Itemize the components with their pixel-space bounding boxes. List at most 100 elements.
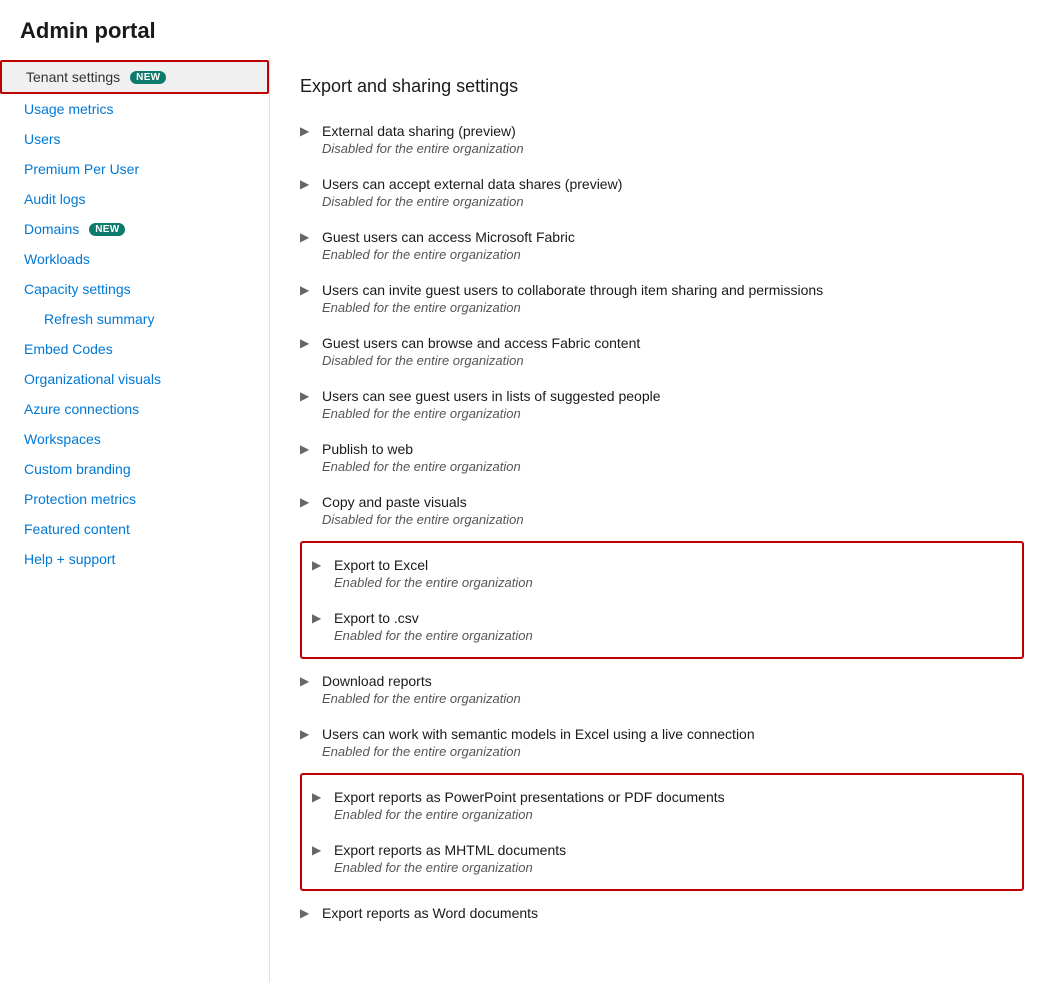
setting-item-external-data-sharing: ▶External data sharing (preview)Disabled… — [300, 113, 1024, 166]
sidebar-item-workspaces[interactable]: Workspaces — [0, 424, 269, 454]
chevron-right-icon: ▶ — [300, 674, 314, 688]
sidebar-item-workloads[interactable]: Workloads — [0, 244, 269, 274]
setting-header-semantic-models-excel[interactable]: ▶ Users can work with semantic models in … — [300, 726, 1024, 742]
badge-new-tenant-settings: New — [130, 71, 166, 84]
setting-status-accept-external-data-shares: Disabled for the entire organization — [322, 194, 1024, 209]
chevron-right-icon: ▶ — [312, 843, 326, 857]
sidebar-item-help-support[interactable]: Help + support — [0, 544, 269, 574]
chevron-right-icon: ▶ — [300, 906, 314, 920]
setting-header-export-mhtml[interactable]: ▶ Export reports as MHTML documents — [312, 842, 1012, 858]
setting-item-semantic-models-excel: ▶ Users can work with semantic models in … — [300, 716, 1024, 769]
sidebar-item-label-help-support: Help + support — [24, 551, 115, 567]
sidebar-item-label-usage-metrics: Usage metrics — [24, 101, 113, 117]
setting-header-download-reports[interactable]: ▶Download reports — [300, 673, 1024, 689]
chevron-right-icon: ▶ — [300, 230, 314, 244]
setting-status-copy-paste-visuals: Disabled for the entire organization — [322, 512, 1024, 527]
setting-name-guest-users-suggested: Users can see guest users in lists of su… — [322, 388, 661, 404]
setting-header-export-word[interactable]: ▶ Export reports as Word documents — [300, 905, 1024, 921]
sidebar-item-label-azure-connections: Azure connections — [24, 401, 139, 417]
chevron-right-icon: ▶ — [300, 727, 314, 741]
setting-header-guest-access-fabric[interactable]: ▶ Guest users can access Microsoft Fabric — [300, 229, 1024, 245]
setting-name-invite-guest-users: Users can invite guest users to collabor… — [322, 282, 823, 298]
setting-name-export-to-csv: Export to .csv — [334, 610, 419, 626]
setting-item-export-to-csv: ▶Export to .csv Enabled for the entire or… — [302, 600, 1022, 653]
setting-item-guest-access-fabric: ▶ Guest users can access Microsoft Fabric… — [300, 219, 1024, 272]
setting-status-guest-users-suggested: Enabled for the entire organization — [322, 406, 1024, 421]
sidebar-item-label-premium-per-user: Premium Per User — [24, 161, 139, 177]
sidebar-item-label-users: Users — [24, 131, 61, 147]
setting-header-publish-to-web[interactable]: ▶ Publish to web — [300, 441, 1024, 457]
setting-item-invite-guest-users: ▶ Users can invite guest users to collabo… — [300, 272, 1024, 325]
setting-status-export-powerpoint-pdf: Enabled for the entire organization — [334, 807, 1012, 822]
setting-item-export-to-excel: ▶Export to ExcelEnabled for the entire o… — [302, 547, 1022, 600]
setting-name-semantic-models-excel: Users can work with semantic models in E… — [322, 726, 755, 742]
sidebar-item-label-featured-content: Featured content — [24, 521, 130, 537]
setting-header-export-to-excel[interactable]: ▶Export to Excel — [312, 557, 1012, 573]
chevron-right-icon: ▶ — [300, 336, 314, 350]
main-content: Export and sharing settings ▶External da… — [270, 56, 1054, 982]
sidebar-item-users[interactable]: Users — [0, 124, 269, 154]
sidebar-item-label-domains: Domains — [24, 221, 79, 237]
setting-name-export-to-excel: Export to Excel — [334, 557, 428, 573]
setting-name-external-data-sharing: External data sharing (preview) — [322, 123, 516, 139]
highlighted-group-group1: ▶Export to Excel Enabled for the entire o… — [300, 541, 1024, 659]
sidebar-item-usage-metrics[interactable]: Usage metrics — [0, 94, 269, 124]
setting-name-publish-to-web: Publish to web — [322, 441, 413, 457]
sidebar-item-label-custom-branding: Custom branding — [24, 461, 131, 477]
sidebar-item-label-refresh-summary: Refresh summary — [44, 311, 154, 327]
sidebar-item-featured-content[interactable]: Featured content — [0, 514, 269, 544]
sidebar-item-domains[interactable]: Domains New — [0, 214, 269, 244]
setting-header-export-powerpoint-pdf[interactable]: ▶Export reports as PowerPoint presentati… — [312, 789, 1012, 805]
sidebar: Tenant settings New Usage metrics Users Prem… — [0, 56, 270, 982]
sidebar-item-refresh-summary[interactable]: Refresh summary — [0, 304, 269, 334]
setting-item-download-reports: ▶Download reportsEnabled for the entire … — [300, 663, 1024, 716]
sidebar-item-label-workspaces: Workspaces — [24, 431, 101, 447]
sidebar-item-protection-metrics[interactable]: Protection metrics — [0, 484, 269, 514]
setting-header-guest-browse-fabric[interactable]: ▶ Guest users can browse and access Fabri… — [300, 335, 1024, 351]
sidebar-item-azure-connections[interactable]: Azure connections — [0, 394, 269, 424]
chevron-right-icon: ▶ — [300, 442, 314, 456]
chevron-right-icon: ▶ — [300, 495, 314, 509]
chevron-right-icon: ▶ — [300, 283, 314, 297]
sidebar-item-custom-branding[interactable]: Custom branding — [0, 454, 269, 484]
sidebar-item-label-tenant-settings: Tenant settings — [26, 69, 120, 85]
sidebar-item-premium-per-user[interactable]: Premium Per User — [0, 154, 269, 184]
setting-name-export-mhtml: Export reports as MHTML documents — [334, 842, 566, 858]
setting-header-copy-paste-visuals[interactable]: ▶ Copy and paste visuals — [300, 494, 1024, 510]
setting-name-guest-access-fabric: Guest users can access Microsoft Fabric — [322, 229, 575, 245]
setting-name-guest-browse-fabric: Guest users can browse and access Fabric… — [322, 335, 640, 351]
sidebar-item-tenant-settings[interactable]: Tenant settings New — [0, 60, 269, 94]
page-title: Admin portal — [0, 0, 1054, 56]
setting-status-invite-guest-users: Enabled for the entire organization — [322, 300, 1024, 315]
setting-item-guest-browse-fabric: ▶ Guest users can browse and access Fabri… — [300, 325, 1024, 378]
sidebar-item-capacity-settings[interactable]: Capacity settings — [0, 274, 269, 304]
setting-status-semantic-models-excel: Enabled for the entire organization — [322, 744, 1024, 759]
setting-status-guest-browse-fabric: Disabled for the entire organization — [322, 353, 1024, 368]
sidebar-item-label-embed-codes: Embed Codes — [24, 341, 113, 357]
sidebar-item-organizational-visuals[interactable]: Organizational visuals — [0, 364, 269, 394]
setting-header-invite-guest-users[interactable]: ▶ Users can invite guest users to collabo… — [300, 282, 1024, 298]
setting-status-export-to-csv: Enabled for the entire organization — [334, 628, 1012, 643]
sidebar-item-label-audit-logs: Audit logs — [24, 191, 85, 207]
badge-new-domains: New — [89, 223, 125, 236]
setting-item-export-powerpoint-pdf: ▶Export reports as PowerPoint presentati… — [302, 779, 1022, 832]
sidebar-item-embed-codes[interactable]: Embed Codes — [0, 334, 269, 364]
highlighted-group-group2: ▶Export reports as PowerPoint presentati… — [300, 773, 1024, 891]
setting-header-accept-external-data-shares[interactable]: ▶Users can accept external data shares (… — [300, 176, 1024, 192]
setting-name-accept-external-data-shares: Users can accept external data shares (p… — [322, 176, 622, 192]
setting-name-copy-paste-visuals: Copy and paste visuals — [322, 494, 467, 510]
chevron-right-icon: ▶ — [300, 389, 314, 403]
setting-item-copy-paste-visuals: ▶ Copy and paste visuals Disabled for the … — [300, 484, 1024, 537]
sidebar-item-audit-logs[interactable]: Audit logs — [0, 184, 269, 214]
setting-header-export-to-csv[interactable]: ▶Export to .csv — [312, 610, 1012, 626]
chevron-right-icon: ▶ — [312, 790, 326, 804]
setting-name-export-word: Export reports as Word documents — [322, 905, 538, 921]
setting-header-guest-users-suggested[interactable]: ▶ Users can see guest users in lists of s… — [300, 388, 1024, 404]
sidebar-item-label-organizational-visuals: Organizational visuals — [24, 371, 161, 387]
sidebar-item-label-workloads: Workloads — [24, 251, 90, 267]
setting-status-export-mhtml: Enabled for the entire organization — [334, 860, 1012, 875]
section-title: Export and sharing settings — [300, 76, 1024, 97]
setting-status-guest-access-fabric: Enabled for the entire organization — [322, 247, 1024, 262]
settings-list: ▶External data sharing (preview)Disabled… — [300, 113, 1024, 931]
setting-header-external-data-sharing[interactable]: ▶External data sharing (preview) — [300, 123, 1024, 139]
